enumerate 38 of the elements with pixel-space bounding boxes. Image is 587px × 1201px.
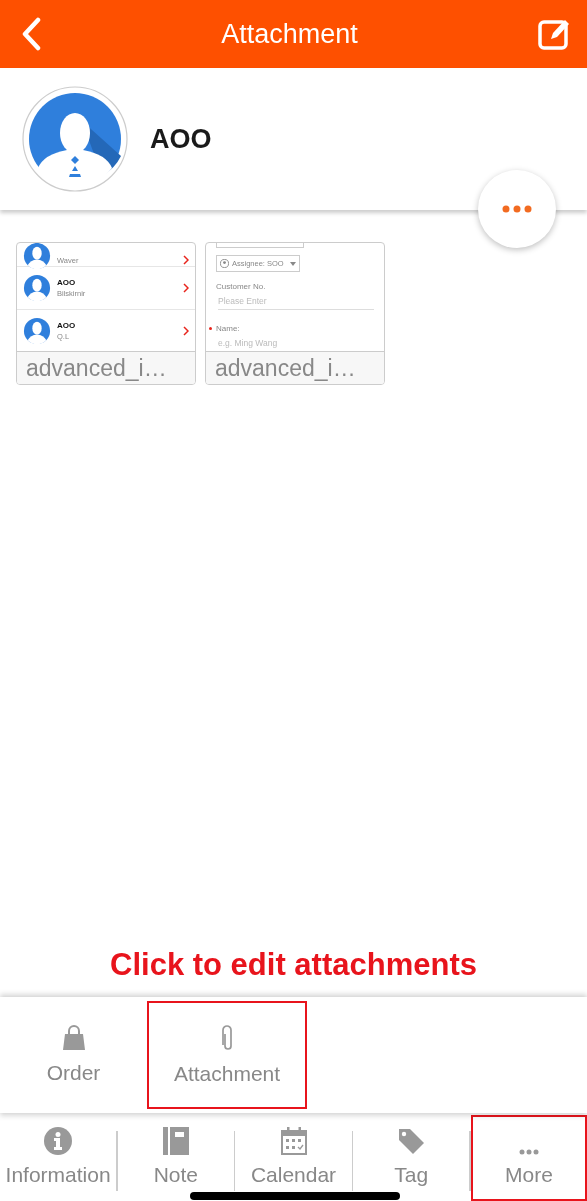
input-field: Please Enter bbox=[218, 296, 374, 310]
chevron-icon bbox=[183, 283, 189, 293]
sheet-item[interactable]: Attachment bbox=[147, 1001, 307, 1109]
input-field: e.g. Ming Wang bbox=[218, 338, 374, 351]
contact-name: AOO bbox=[150, 123, 212, 155]
file-name: advanced_i… bbox=[206, 352, 384, 384]
sheet-item[interactable]: Order bbox=[0, 997, 147, 1113]
chevron-icon bbox=[183, 255, 189, 265]
more-icon bbox=[502, 205, 532, 213]
page-title: Attachment bbox=[221, 18, 358, 50]
contact-name: AOO bbox=[57, 278, 77, 287]
more-icon bbox=[518, 1149, 539, 1155]
avatar-icon bbox=[23, 243, 51, 270]
caret-icon bbox=[290, 261, 296, 266]
tag-icon bbox=[397, 1127, 426, 1155]
field-label: Name: bbox=[216, 324, 240, 333]
person-icon bbox=[220, 259, 229, 268]
notebook-icon bbox=[162, 1127, 189, 1155]
info-icon bbox=[44, 1127, 73, 1155]
field-label: Customer No. bbox=[216, 282, 267, 291]
file-name: advanced_i… bbox=[17, 352, 195, 384]
avatar-icon bbox=[23, 274, 51, 302]
tab-item[interactable]: Calendar bbox=[235, 1115, 352, 1201]
back-icon[interactable] bbox=[20, 17, 42, 51]
annotation-text: Click to edit attachments bbox=[110, 947, 477, 983]
tab-item[interactable]: Information bbox=[0, 1115, 117, 1201]
edit-icon[interactable] bbox=[537, 17, 571, 51]
contact-name: AOO bbox=[57, 321, 77, 330]
avatar-icon bbox=[22, 86, 128, 192]
calendar-icon bbox=[280, 1127, 307, 1155]
paperclip-icon bbox=[220, 1024, 234, 1052]
tab-item[interactable]: Tag bbox=[353, 1115, 470, 1201]
required-dot bbox=[209, 327, 212, 330]
chevron-icon bbox=[183, 326, 189, 336]
tab-item[interactable]: Note bbox=[117, 1115, 234, 1201]
tab-item[interactable]: More bbox=[470, 1115, 587, 1201]
avatar-icon bbox=[23, 317, 51, 345]
bag-icon bbox=[61, 1025, 86, 1051]
